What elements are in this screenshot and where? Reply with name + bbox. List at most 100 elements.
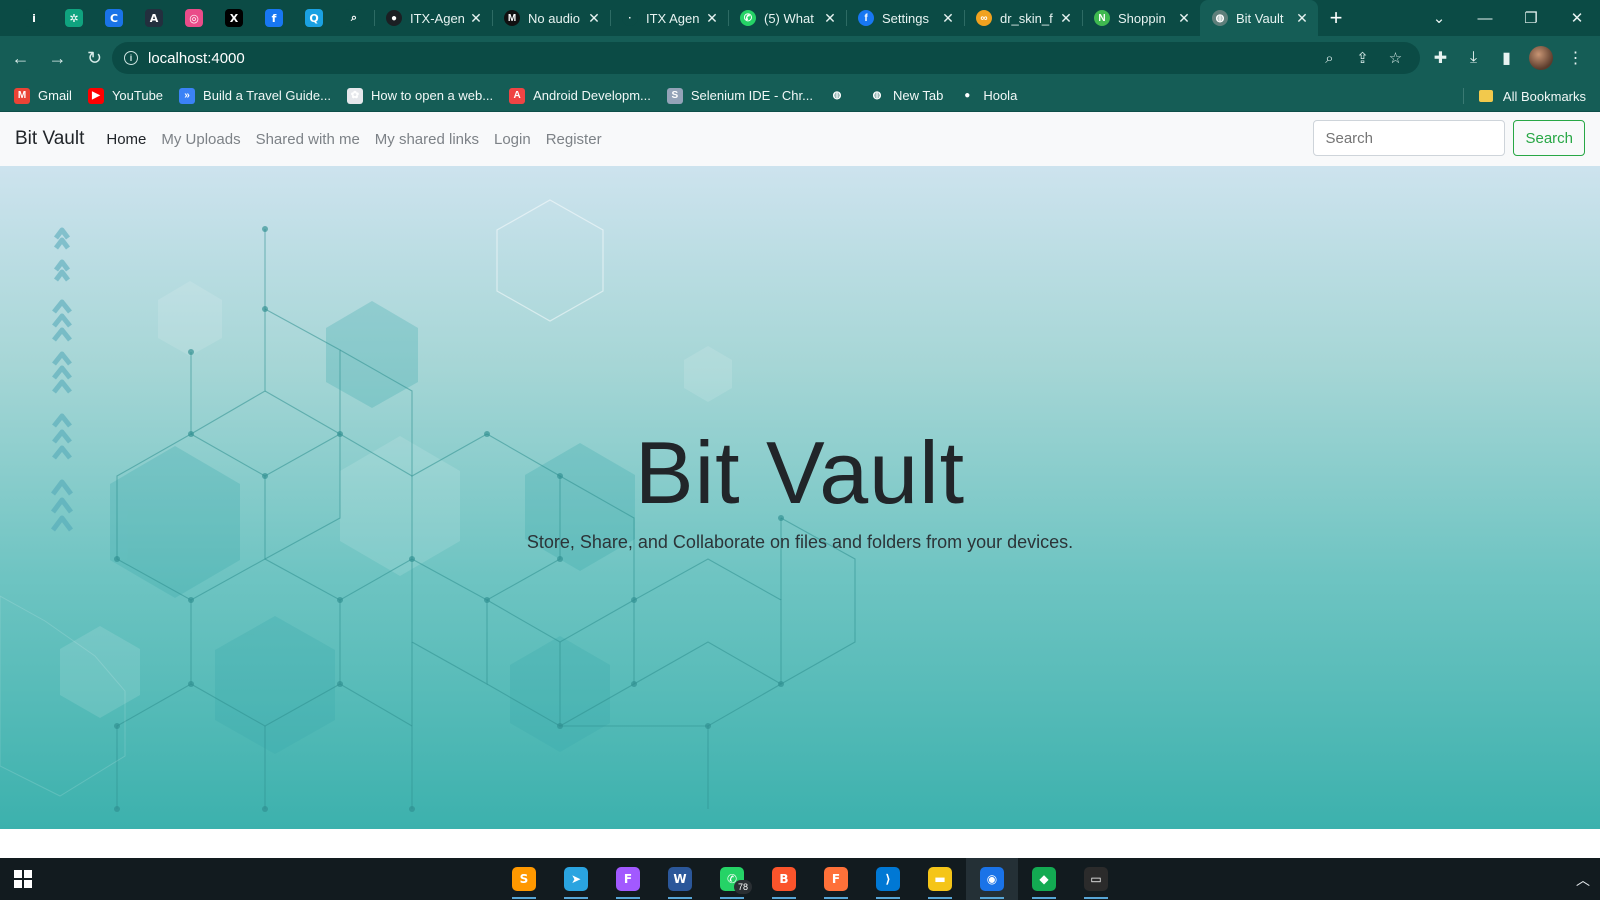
tab-close-icon[interactable]: ✕ bbox=[822, 10, 838, 26]
pinned-tab[interactable]: X bbox=[214, 0, 254, 36]
taskbar-app[interactable]: S bbox=[498, 858, 550, 900]
tab-close-icon[interactable]: ✕ bbox=[586, 10, 602, 26]
browser-tab[interactable]: M No audio ✕ bbox=[492, 0, 610, 36]
taskbar-app[interactable]: ◉ bbox=[966, 858, 1018, 900]
nav-link-home[interactable]: Home bbox=[106, 131, 146, 148]
tab-close-icon[interactable]: ✕ bbox=[704, 10, 720, 26]
bookmark-item[interactable]: ◍ New Tab bbox=[868, 87, 944, 104]
taskbar-app[interactable]: ⟩ bbox=[862, 858, 914, 900]
tab-close-icon[interactable]: ✕ bbox=[940, 10, 956, 26]
web-page: Bit Vault Home My Uploads Shared with me… bbox=[0, 112, 1600, 858]
bookmark-item[interactable]: M Gmail bbox=[14, 87, 72, 104]
tab-close-icon[interactable]: ✕ bbox=[1176, 10, 1192, 26]
nav-link-my-uploads[interactable]: My Uploads bbox=[161, 131, 240, 148]
vscode-icon: ⟩ bbox=[876, 867, 900, 891]
system-tray-chevron-icon[interactable]: ︿ bbox=[1576, 870, 1590, 890]
pinned-tab[interactable]: ⌕ bbox=[334, 0, 374, 36]
minimize-button[interactable]: — bbox=[1462, 10, 1508, 27]
bookmark-item[interactable]: ● Hoola bbox=[959, 87, 1018, 104]
tab-label: ITX Agen bbox=[646, 10, 700, 26]
pinned-tab[interactable]: ✲ bbox=[54, 0, 94, 36]
browser-tab[interactable]: ● ITX-Agen ✕ bbox=[374, 0, 492, 36]
youtube-icon: ▶ bbox=[87, 87, 104, 104]
bookmark-label: New Tab bbox=[892, 88, 944, 103]
pinned-tab[interactable]: f bbox=[254, 0, 294, 36]
n-icon: N bbox=[1094, 10, 1110, 26]
zoom-icon[interactable]: ⌕ bbox=[1313, 50, 1346, 67]
search-button[interactable]: Search bbox=[1513, 120, 1585, 156]
download-icon[interactable]: ⤓ bbox=[1457, 49, 1490, 67]
pinned-tab[interactable]: C bbox=[94, 0, 134, 36]
terminal-icon: ▭ bbox=[1084, 867, 1108, 891]
nav-link-register[interactable]: Register bbox=[546, 131, 602, 148]
tab-label: Settings bbox=[882, 10, 929, 26]
bookmark-item[interactable]: ▶ YouTube bbox=[87, 87, 163, 104]
extensions-icon[interactable]: ✚ bbox=[1424, 48, 1457, 68]
pinned-tab[interactable]: Q bbox=[294, 0, 334, 36]
bookmarks-bar: M Gmail ▶ YouTube » Build a Travel Guide... ✿ H… bbox=[0, 80, 1600, 112]
side-panel-icon[interactable]: ▮ bbox=[1490, 48, 1523, 68]
search-form: Search bbox=[1313, 120, 1585, 156]
mongodb-compass-icon: ◆ bbox=[1032, 867, 1056, 891]
search-input[interactable] bbox=[1313, 120, 1506, 156]
taskbar-app[interactable]: ✆ 78 bbox=[706, 858, 758, 900]
taskbar-app[interactable]: ➤ bbox=[550, 858, 602, 900]
browser-tab[interactable]: ✆ (5) What ✕ bbox=[728, 0, 846, 36]
browser-tab[interactable]: ∞ dr_skin_f ✕ bbox=[964, 0, 1082, 36]
browser-tab[interactable]: · ITX Agen ✕ bbox=[610, 0, 728, 36]
taskbar-app[interactable]: ▬ bbox=[914, 858, 966, 900]
all-bookmarks[interactable]: All Bookmarks bbox=[1462, 80, 1586, 112]
taskbar-app[interactable]: W bbox=[654, 858, 706, 900]
site-info-icon[interactable]: i bbox=[124, 51, 138, 65]
tab-label: dr_skin_f bbox=[1000, 10, 1053, 26]
back-button[interactable]: ← bbox=[4, 42, 37, 75]
browser-tab[interactable]: f Settings ✕ bbox=[846, 0, 964, 36]
taskbar-app[interactable]: ▭ bbox=[1070, 858, 1122, 900]
bookmark-label: Hoola bbox=[983, 88, 1018, 103]
taskbar-app[interactable]: F bbox=[602, 858, 654, 900]
bookmark-item[interactable]: S Selenium IDE - Chr... bbox=[666, 87, 813, 104]
globe-icon: ◍ bbox=[1212, 10, 1228, 26]
chatgpt-icon: ✲ bbox=[65, 9, 83, 27]
info-icon: i bbox=[25, 9, 43, 27]
restore-button[interactable]: ❐ bbox=[1508, 9, 1554, 27]
file-explorer-icon: ▬ bbox=[928, 867, 952, 891]
forward-button[interactable]: → bbox=[41, 42, 74, 75]
pinned-tab[interactable]: ◎ bbox=[174, 0, 214, 36]
taskbar-app[interactable]: B bbox=[758, 858, 810, 900]
bookmark-item[interactable]: ✿ How to open a web... bbox=[346, 87, 493, 104]
tab-search-icon[interactable]: ⌄ bbox=[1416, 9, 1462, 27]
nav-link-login[interactable]: Login bbox=[494, 131, 531, 148]
share-icon[interactable]: ⇪ bbox=[1346, 49, 1379, 67]
bookmark-item[interactable]: » Build a Travel Guide... bbox=[179, 87, 331, 104]
pinned-tab[interactable]: i bbox=[14, 0, 54, 36]
bookmark-item[interactable]: A Android Developm... bbox=[509, 87, 651, 104]
nav-link-shared-with-me[interactable]: Shared with me bbox=[256, 131, 360, 148]
canva-icon: C bbox=[105, 9, 123, 27]
word-app-icon: W bbox=[668, 867, 692, 891]
address-bar[interactable]: i localhost:4000 ⌕ ⇪ ☆ bbox=[112, 42, 1420, 74]
bookmark-star-icon[interactable]: ☆ bbox=[1379, 49, 1412, 67]
taskbar-app[interactable]: ◆ bbox=[1018, 858, 1070, 900]
new-tab-button[interactable]: + bbox=[1318, 0, 1354, 36]
browser-tab[interactable]: N Shoppin ✕ bbox=[1082, 0, 1200, 36]
taskbar-app[interactable]: F bbox=[810, 858, 862, 900]
tab-close-icon[interactable]: ✕ bbox=[1058, 10, 1074, 26]
profile-avatar[interactable] bbox=[1529, 46, 1553, 70]
menu-kebab-icon[interactable]: ⋮ bbox=[1559, 48, 1592, 68]
bookmark-item[interactable]: ◍ bbox=[828, 87, 853, 104]
itx-icon: · bbox=[622, 10, 638, 26]
tab-close-icon[interactable]: ✕ bbox=[468, 10, 484, 26]
nav-link-my-shared-links[interactable]: My shared links bbox=[375, 131, 479, 148]
tab-label: No audio bbox=[528, 10, 581, 26]
windows-start-icon[interactable] bbox=[14, 870, 32, 888]
tab-close-icon[interactable]: ✕ bbox=[1294, 10, 1310, 26]
browser-tab-strip: i ✲ C A ◎ Xf Q ⌕ ● ITX-Agen ✕ M No audio ✕ · ITX Agen ✕… bbox=[0, 0, 1600, 36]
browser-tab[interactable]: ◍ Bit Vault ✕ bbox=[1200, 0, 1318, 36]
url-text[interactable]: localhost:4000 bbox=[148, 50, 245, 67]
navbar-brand[interactable]: Bit Vault bbox=[15, 128, 84, 150]
globe-icon: ◍ bbox=[828, 87, 845, 104]
close-window-button[interactable]: ✕ bbox=[1554, 9, 1600, 27]
pinned-tab[interactable]: A bbox=[134, 0, 174, 36]
reload-button[interactable]: ↻ bbox=[78, 42, 111, 75]
